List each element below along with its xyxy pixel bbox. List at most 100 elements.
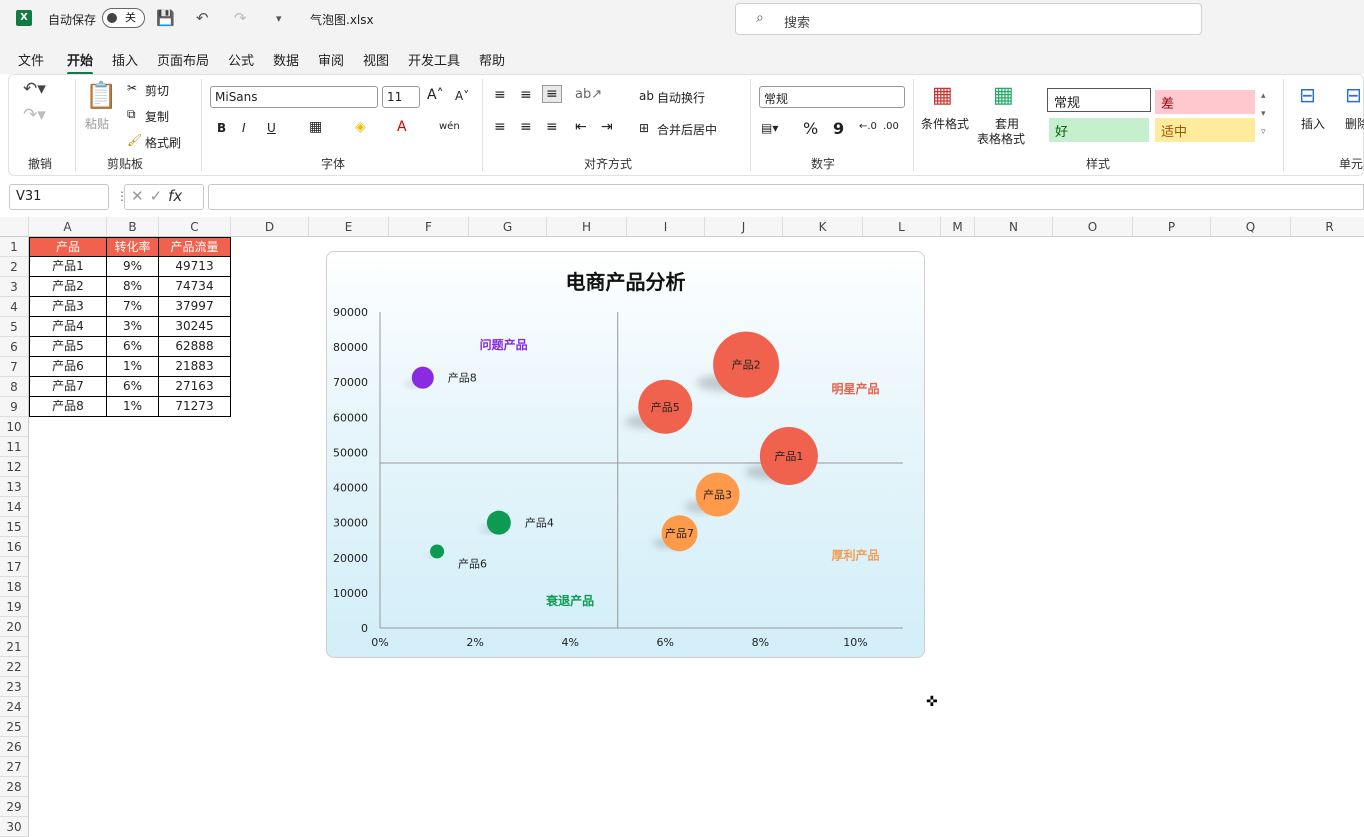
table-cell[interactable]: 产品2 (29, 277, 107, 297)
table-cell[interactable]: 7% (107, 297, 159, 317)
table-cell[interactable]: 8% (107, 277, 159, 297)
column-header-L[interactable]: L (863, 217, 941, 237)
row-header-4[interactable]: 4 (0, 297, 29, 317)
increase-decimal-icon[interactable]: ←.0 (859, 121, 877, 132)
table-cell[interactable]: 产品5 (29, 337, 107, 357)
row-header-9[interactable]: 9 (0, 397, 29, 417)
increase-font-icon[interactable]: A˄ (427, 87, 444, 103)
borders-icon[interactable]: ▦ (309, 119, 322, 135)
name-box[interactable]: V31 (9, 184, 109, 210)
style-bad[interactable]: 差 (1155, 90, 1255, 114)
paste-button[interactable]: 粘贴 (85, 115, 109, 132)
delete-cells-button[interactable]: 删除 (1345, 115, 1364, 132)
undo-icon[interactable]: ↶ (196, 9, 209, 27)
row-header-30[interactable]: 30 (0, 817, 29, 837)
save-icon[interactable]: 💾 (156, 9, 175, 27)
row-header-28[interactable]: 28 (0, 777, 29, 797)
comma-button[interactable]: 9 (833, 119, 844, 138)
column-header-R[interactable]: R (1291, 217, 1364, 237)
merge-center-button[interactable]: 合并后居中 (657, 121, 717, 138)
orientation-icon[interactable]: ab↗ (575, 87, 602, 102)
row-header-3[interactable]: 3 (0, 277, 29, 297)
table-cell[interactable]: 6% (107, 337, 159, 357)
row-header-16[interactable]: 16 (0, 537, 29, 557)
table-cell[interactable]: 62888 (159, 337, 231, 357)
column-header-N[interactable]: N (975, 217, 1053, 237)
paste-icon[interactable]: 📋 (85, 81, 117, 111)
row-header-2[interactable]: 2 (0, 257, 29, 277)
copy-button[interactable]: 复制 (145, 108, 169, 125)
table-cell[interactable]: 6% (107, 377, 159, 397)
tab-file[interactable]: 文件 (18, 50, 44, 69)
column-header-Q[interactable]: Q (1211, 217, 1291, 237)
tab-review[interactable]: 审阅 (318, 50, 344, 69)
column-header-E[interactable]: E (309, 217, 389, 237)
percent-button[interactable]: % (803, 119, 818, 138)
align-left-icon[interactable]: ≡ (494, 119, 506, 135)
row-header-25[interactable]: 25 (0, 717, 29, 737)
column-header-O[interactable]: O (1053, 217, 1133, 237)
font-size-select[interactable]: 11 (382, 86, 420, 108)
table-cell[interactable]: 产品8 (29, 397, 107, 417)
table-cell[interactable]: 产品3 (29, 297, 107, 317)
align-bottom-icon[interactable]: ≡ (542, 85, 562, 103)
row-header-20[interactable]: 20 (0, 617, 29, 637)
align-top-icon[interactable]: ≡ (494, 87, 506, 103)
table-cell[interactable]: 产品4 (29, 317, 107, 337)
format-painter-button[interactable]: 格式刷 (145, 134, 181, 151)
table-cell[interactable]: 产品1 (29, 257, 107, 277)
column-header-P[interactable]: P (1133, 217, 1211, 237)
row-header-18[interactable]: 18 (0, 577, 29, 597)
table-cell[interactable]: 74734 (159, 277, 231, 297)
cancel-icon[interactable]: ✕ (131, 187, 150, 205)
column-header-J[interactable]: J (705, 217, 783, 237)
tab-developer[interactable]: 开发工具 (408, 50, 460, 69)
column-header-A[interactable]: A (29, 217, 107, 237)
column-header-F[interactable]: F (389, 217, 469, 237)
column-header-D[interactable]: D (231, 217, 309, 237)
column-header-B[interactable]: B (107, 217, 159, 237)
redo-icon[interactable]: ↷ (234, 9, 247, 27)
table-cell[interactable]: 21883 (159, 357, 231, 377)
style-normal[interactable]: 常规 (1047, 88, 1151, 112)
row-header-17[interactable]: 17 (0, 557, 29, 577)
align-center-icon[interactable]: ≡ (520, 119, 532, 135)
autosave-toggle[interactable]: 关 (102, 8, 145, 28)
enter-icon[interactable]: ✓ (150, 187, 169, 205)
row-header-10[interactable]: 10 (0, 417, 29, 437)
table-header-cell[interactable]: 转化率 (107, 237, 159, 257)
font-color-icon[interactable]: A (397, 119, 407, 135)
table-cell[interactable]: 1% (107, 357, 159, 377)
insert-function-button[interactable]: fx (168, 187, 182, 205)
bold-button[interactable]: B (217, 121, 226, 135)
fill-color-icon[interactable]: ◈ (355, 119, 366, 135)
column-header-H[interactable]: H (547, 217, 627, 237)
styles-scroll-icon[interactable]: ▴ ▾ ▿ (1261, 87, 1266, 141)
row-header-1[interactable]: 1 (0, 237, 29, 257)
table-header-cell[interactable]: 产品流量 (159, 237, 231, 257)
tab-help[interactable]: 帮助 (479, 50, 505, 69)
row-header-26[interactable]: 26 (0, 737, 29, 757)
table-cell[interactable]: 产品7 (29, 377, 107, 397)
column-header-M[interactable]: M (941, 217, 975, 237)
row-header-11[interactable]: 11 (0, 437, 29, 457)
font-name-select[interactable]: MiSans (210, 86, 378, 108)
column-header-G[interactable]: G (469, 217, 547, 237)
number-format-select[interactable]: 常规 (759, 86, 905, 108)
style-neutral[interactable]: 适中 (1155, 118, 1255, 142)
table-format-button-line2[interactable]: 表格格式 (977, 130, 1025, 147)
column-header-K[interactable]: K (783, 217, 863, 237)
tab-data[interactable]: 数据 (273, 50, 299, 69)
decrease-decimal-icon[interactable]: .00 (883, 121, 899, 132)
row-header-22[interactable]: 22 (0, 657, 29, 677)
tab-home[interactable]: 开始 (67, 50, 94, 75)
table-cell[interactable]: 37997 (159, 297, 231, 317)
tab-insert[interactable]: 插入 (112, 50, 138, 69)
table-cell[interactable]: 9% (107, 257, 159, 277)
customize-toolbar-icon[interactable]: ▾ (276, 12, 282, 25)
accounting-icon[interactable]: ▤▾ (761, 121, 778, 135)
search-box[interactable]: ⌕ 搜索 (735, 3, 1202, 35)
redo-button-icon[interactable]: ↷▾ (23, 105, 46, 125)
decrease-font-icon[interactable]: A˅ (455, 89, 469, 103)
row-header-24[interactable]: 24 (0, 697, 29, 717)
